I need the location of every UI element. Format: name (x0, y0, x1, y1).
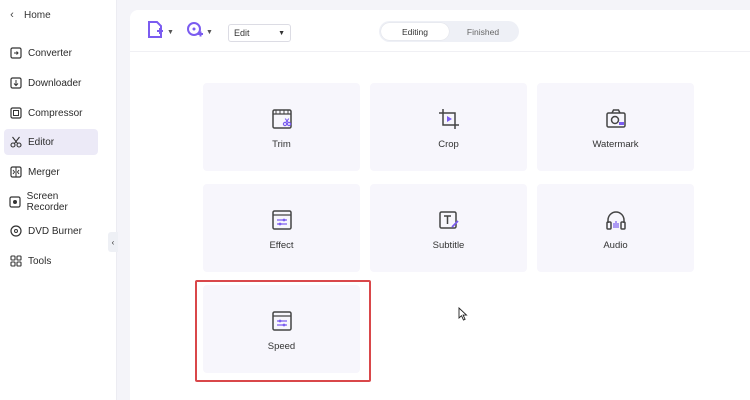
tool-label: Audio (603, 239, 628, 251)
tool-label: Effect (269, 239, 294, 251)
tool-label: Watermark (592, 138, 639, 150)
mode-select[interactable]: Edit ▼ (228, 24, 291, 42)
crop-icon (438, 105, 460, 133)
tool-label: Crop (438, 138, 459, 150)
converter-icon (4, 47, 28, 59)
add-media-button[interactable]: ▼ (186, 21, 213, 43)
sidebar-item-label: Tools (28, 255, 52, 267)
tool-card-subtitle[interactable]: Subtitle (370, 184, 527, 272)
home-label: Home (24, 9, 51, 21)
tools-grid-icon (4, 255, 28, 267)
add-file-icon (147, 20, 165, 45)
selection-highlight (195, 280, 371, 382)
compressor-icon (4, 107, 28, 119)
chevron-left-icon: ‹ (10, 9, 14, 21)
mouse-cursor-icon (458, 306, 468, 326)
sidebar-item-label: Editor (28, 136, 55, 148)
tool-label: Trim (272, 138, 291, 150)
toolbar: ▼ ▼ Edit ▼ Editing Finished (130, 10, 750, 52)
sidebar-item-dvd-burner[interactable]: DVD Burner (4, 218, 98, 244)
sidebar-item-merger[interactable]: Merger (4, 159, 98, 185)
tool-card-audio[interactable]: Audio (537, 184, 694, 272)
sidebar-item-converter[interactable]: Converter (4, 40, 98, 66)
mode-select-value: Edit (234, 28, 250, 38)
audio-headphones-icon (605, 206, 627, 234)
tab-editing[interactable]: Editing (381, 23, 449, 40)
tool-card-trim[interactable]: Trim (203, 83, 360, 171)
main-panel: ▼ ▼ Edit ▼ Editing Finished Trim Crop Wa… (130, 10, 750, 400)
sidebar-item-tools[interactable]: Tools (4, 248, 98, 274)
screen-recorder-icon (4, 196, 27, 208)
tool-card-watermark[interactable]: Watermark (537, 83, 694, 171)
sidebar-item-compressor[interactable]: Compressor (4, 100, 98, 126)
add-file-button[interactable]: ▼ (147, 20, 174, 45)
effect-icon (271, 206, 293, 234)
sidebar-item-editor[interactable]: Editor (4, 129, 98, 155)
trim-icon (271, 105, 293, 133)
sidebar-item-label: DVD Burner (28, 225, 82, 237)
tool-card-crop[interactable]: Crop (370, 83, 527, 171)
sidebar-item-screen-recorder[interactable]: Screen Recorder (4, 189, 98, 215)
merger-icon (4, 166, 28, 178)
sidebar-item-label: Converter (28, 47, 72, 59)
watermark-icon (605, 105, 627, 133)
dvd-burner-icon (4, 225, 28, 237)
sidebar-item-label: Merger (28, 166, 60, 178)
sidebar-item-label: Compressor (28, 107, 83, 119)
tool-label: Subtitle (432, 239, 465, 251)
add-media-icon (186, 20, 204, 45)
sidebar-item-downloader[interactable]: Downloader (4, 70, 98, 96)
sidebar-item-label: Screen Recorder (26, 191, 68, 213)
editor-scissors-icon (4, 136, 28, 148)
chevron-down-icon: ▼ (167, 28, 174, 36)
downloader-icon (4, 77, 28, 89)
sidebar: ‹ Home Converter Downloader Compressor E… (0, 0, 117, 400)
status-toggle: Editing Finished (379, 21, 519, 42)
home-link[interactable]: ‹ Home (0, 4, 117, 26)
chevron-down-icon: ▼ (206, 28, 213, 36)
sidebar-item-label: Downloader (28, 77, 82, 89)
collapse-sidebar-button[interactable]: ‹ (108, 232, 118, 252)
subtitle-icon (438, 206, 460, 234)
tab-finished[interactable]: Finished (449, 23, 517, 40)
tool-card-effect[interactable]: Effect (203, 184, 360, 272)
chevron-left-icon: ‹ (111, 237, 115, 247)
chevron-down-icon: ▼ (278, 29, 285, 37)
